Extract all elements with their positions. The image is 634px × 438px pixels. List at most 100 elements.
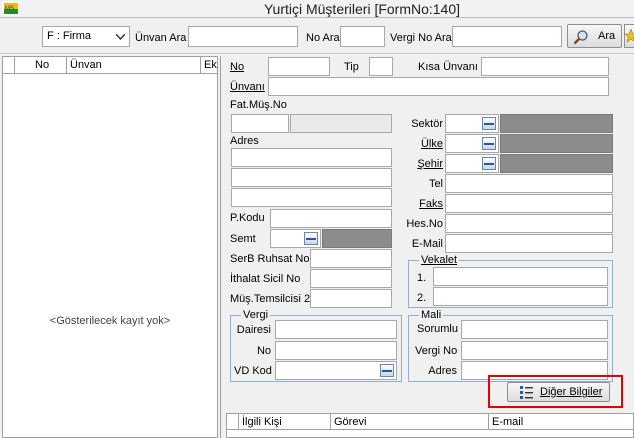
semt-lookup-button-icon[interactable] xyxy=(304,232,318,245)
list-col-no[interactable]: No xyxy=(15,57,67,73)
e-mail-field[interactable] xyxy=(445,234,613,253)
hes-no-field[interactable] xyxy=(445,214,613,233)
adres-line-2[interactable] xyxy=(231,168,392,187)
p-kodu-label: P.Kodu xyxy=(230,212,265,224)
ulke-lookup-button-icon[interactable] xyxy=(482,137,496,150)
hes-no-label: Hes.No xyxy=(406,218,443,230)
tel-label: Tel xyxy=(428,178,443,190)
mali-adres-label: Adres xyxy=(428,365,457,377)
sehir-lookup[interactable] xyxy=(445,154,499,173)
filter-type-select[interactable]: F : Firma xyxy=(42,26,130,47)
semt-name-readonly xyxy=(322,229,392,248)
sektor-lookup[interactable] xyxy=(445,114,499,133)
diger-bilgiler-button[interactable]: Diğer Bilgiler xyxy=(507,382,610,402)
mali-vergi-no-field[interactable] xyxy=(461,341,608,360)
contacts-col-indicator xyxy=(227,414,239,430)
vergi-no-field[interactable] xyxy=(275,341,397,360)
diger-bilgiler-label: Diğer Bilgiler xyxy=(540,386,603,398)
contacts-col-gorevi[interactable]: Görevi xyxy=(331,414,489,430)
sektor-lookup-button-icon[interactable] xyxy=(482,117,496,130)
unvan-search-input[interactable] xyxy=(188,26,298,47)
search-button[interactable]: Ara xyxy=(567,24,622,48)
vergi-dairesi-label: Dairesi xyxy=(236,324,271,336)
tip-field[interactable] xyxy=(369,57,393,76)
window-title: Yurtiçi Müşterileri [FormNo:140] xyxy=(263,1,461,17)
mus-temsilcisi-2-label: Müş.Temsilcisi 2 xyxy=(230,293,311,305)
list-col-indicator xyxy=(3,57,15,73)
vekalet-group: Vekalet 1. 2. xyxy=(408,254,613,308)
vd-kod-lookup[interactable] xyxy=(275,361,397,380)
unvan-ara-label: Ünvan Ara xyxy=(135,32,187,44)
mali-sorumlu-label: Sorumlu xyxy=(417,323,458,335)
vergi-no-label: No xyxy=(256,345,271,357)
tip-label: Tip xyxy=(344,61,359,73)
vekalet-row1-label: 1. xyxy=(417,272,427,284)
fat-mus-no-label: Fat.Müş.No xyxy=(230,99,287,111)
kisa-unvani-label: Kısa Ünvanı xyxy=(418,61,478,73)
vekalet-title: Vekalet xyxy=(419,254,460,266)
list-col-ek[interactable]: Ek xyxy=(201,57,217,73)
faks-label: Faks xyxy=(419,198,443,210)
magnifier-icon xyxy=(573,30,588,45)
no-search-input[interactable] xyxy=(340,26,385,47)
no-ara-label: No Ara xyxy=(306,32,340,44)
sektor-name-readonly xyxy=(500,114,613,133)
serb-ruhsat-no-field[interactable] xyxy=(310,249,392,268)
vekalet-row2-label: 2. xyxy=(417,292,427,304)
e-mail-label: E-Mail xyxy=(411,238,443,250)
sehir-label: Şehir xyxy=(417,158,443,170)
ithalat-sicil-no-field[interactable] xyxy=(310,269,392,288)
ulke-lookup[interactable] xyxy=(445,134,499,153)
vekalet-1-field[interactable] xyxy=(433,267,608,286)
customer-list-header: No Ünvan Ek xyxy=(3,57,217,74)
no-field[interactable] xyxy=(268,57,330,76)
contacts-grid[interactable]: İlgili Kişi Görevi E-mail xyxy=(226,413,634,438)
unvani-field[interactable] xyxy=(268,77,609,96)
vergi-no-search-input[interactable] xyxy=(452,26,562,47)
vergi-dairesi-field[interactable] xyxy=(275,320,397,339)
list-icon xyxy=(520,386,533,399)
faks-field[interactable] xyxy=(445,194,613,213)
favorite-button[interactable] xyxy=(624,24,634,48)
mali-vergi-no-label: Vergi No xyxy=(415,345,458,357)
vekalet-2-field[interactable] xyxy=(433,287,608,306)
fat-mus-no-field[interactable] xyxy=(231,114,289,133)
panel-splitter[interactable] xyxy=(220,56,221,438)
kisa-unvani-field[interactable] xyxy=(481,57,609,76)
search-button-label: Ara xyxy=(598,30,616,42)
sehir-lookup-button-icon[interactable] xyxy=(482,157,496,170)
p-kodu-field[interactable] xyxy=(270,209,392,228)
contacts-grid-header: İlgili Kişi Görevi E-mail xyxy=(227,414,633,430)
serb-ruhsat-no-label: SerB Ruhsat No xyxy=(230,253,310,265)
vd-kod-label: VD Kod xyxy=(234,365,272,377)
adres-line-1[interactable] xyxy=(231,148,392,167)
ulke-name-readonly xyxy=(500,134,613,153)
mus-temsilcisi-2-field[interactable] xyxy=(310,289,392,308)
vergi-group: Vergi Dairesi No VD Kod xyxy=(230,309,402,382)
sektor-label: Sektör xyxy=(411,118,443,130)
unvani-label: Ünvanı xyxy=(230,81,265,93)
customer-list-grid[interactable]: No Ünvan Ek <Gösterilecek kayıt yok> xyxy=(2,56,218,438)
no-label: No xyxy=(230,61,245,73)
mali-group: Mali Sorumlu Vergi No Adres xyxy=(408,309,613,382)
semt-label: Semt xyxy=(230,233,256,245)
vergi-title: Vergi xyxy=(241,309,271,321)
vergi-no-ara-label: Vergi No Ara xyxy=(390,32,452,44)
mali-sorumlu-field[interactable] xyxy=(461,320,608,339)
tel-field[interactable] xyxy=(445,174,613,193)
empty-list-message: <Gösterilecek kayıt yok> xyxy=(49,315,171,327)
filter-type-value: F : Firma xyxy=(47,30,91,42)
chevron-down-icon xyxy=(116,34,125,40)
star-icon xyxy=(625,29,634,43)
fat-mus-name-readonly xyxy=(290,114,392,133)
vd-kod-lookup-button-icon[interactable] xyxy=(380,364,394,377)
mali-title: Mali xyxy=(419,309,444,321)
ithalat-sicil-no-label: İthalat Sicil No xyxy=(230,273,301,285)
contacts-col-e-mail[interactable]: E-mail xyxy=(489,414,633,430)
search-toolbar: F : Firma Ünvan Ara No Ara Vergi No Ara … xyxy=(0,18,634,54)
list-col-unvan[interactable]: Ünvan xyxy=(67,57,201,73)
sehir-name-readonly xyxy=(500,154,613,173)
contacts-col-ilgili-kisi[interactable]: İlgili Kişi xyxy=(239,414,331,430)
adres-line-3[interactable] xyxy=(231,188,392,207)
semt-lookup[interactable] xyxy=(270,229,321,248)
